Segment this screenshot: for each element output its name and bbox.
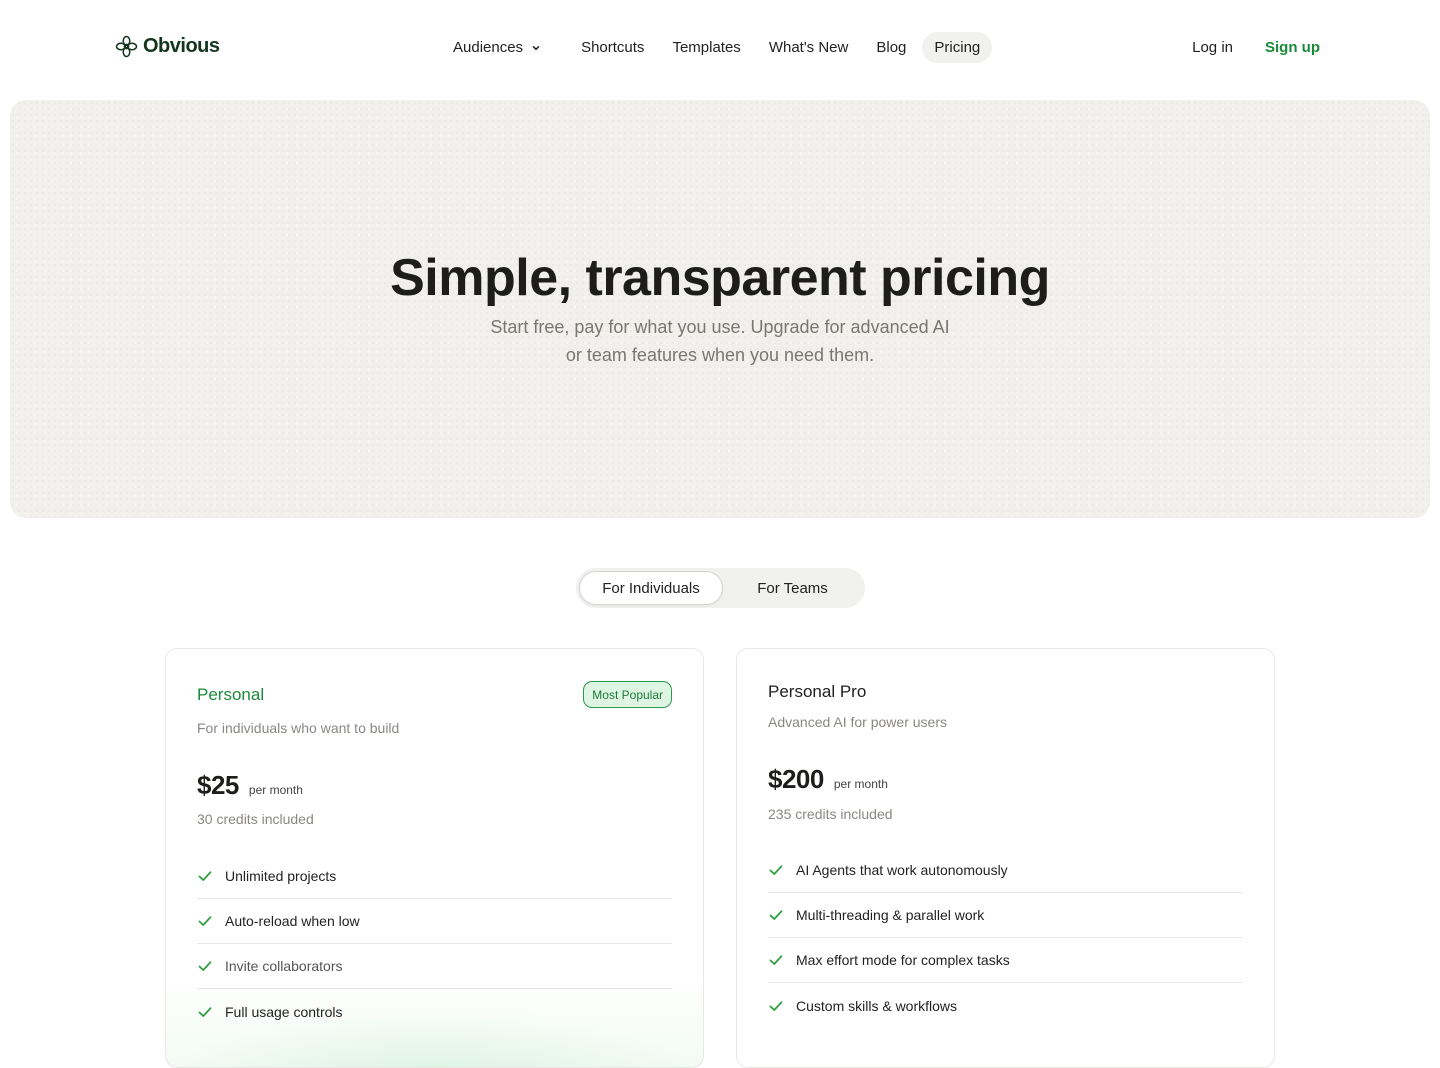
signup-link[interactable]: Sign up [1253,32,1332,63]
primary-nav: Audiences Shortcuts Templates What's New… [441,32,993,63]
feature-list: Unlimited projects Auto-reload when low … [197,854,672,1034]
toggle-for-individuals[interactable]: For Individuals [579,571,723,605]
plan-price: $25 [197,770,239,800]
plan-price: $200 [768,764,824,794]
feature-item: Unlimited projects [197,854,672,899]
feature-item: Max effort mode for complex tasks [768,938,1243,983]
feature-item: Invite collaborators [197,944,672,989]
auth-actions: Log in Sign up [1180,32,1332,63]
nav-templates[interactable]: Templates [660,32,752,63]
nav-whats-new[interactable]: What's New [757,32,861,63]
check-icon [769,910,783,920]
nav-pricing-label: Pricing [934,39,981,56]
nav-blog-label: Blog [876,39,907,56]
nav-audiences-label: Audiences [453,39,524,56]
plan-name: Personal [197,685,265,704]
plan-period: per month [833,777,888,791]
plan-description: Advanced AI for power users [768,714,947,730]
feature-label: Multi-threading & parallel work [796,907,985,923]
feature-list: AI Agents that work autonomously Multi-t… [768,848,1243,1028]
check-icon [769,865,783,875]
check-icon [198,961,212,971]
page-subtitle: Start free, pay for what you use. Upgrad… [490,317,950,365]
feature-label: Invite collaborators [225,958,343,974]
feature-label: Full usage controls [225,1003,343,1020]
plan-card-personal: Personal Most Popular For individuals wh… [165,648,704,1068]
brand-name: Obvious [143,35,220,57]
top-navbar: Obvious Audiences Shortcuts Templates Wh… [0,0,1440,94]
feature-item: Multi-threading & parallel work [768,893,1243,938]
feature-item: Custom skills & workflows [768,983,1243,1028]
price-row: $25 per month [197,770,303,801]
nav-audiences[interactable]: Audiences [441,32,561,63]
login-link[interactable]: Log in [1180,32,1245,63]
check-icon [769,955,783,965]
feature-item: Auto-reload when low [197,899,672,944]
toggle-for-teams[interactable]: For Teams [723,571,862,605]
price-row: $200 per month [768,764,888,795]
feature-label: AI Agents that work autonomously [796,862,1008,878]
plan-description: For individuals who want to build [197,720,400,736]
check-icon [198,916,212,926]
hero-section: Simple, transparent pricing Start free, … [10,100,1430,518]
feature-item: AI Agents that work autonomously [768,848,1243,893]
feature-label: Custom skills & workflows [796,997,958,1014]
nav-shortcuts-label: Shortcuts [581,39,645,56]
plan-credits: 30 credits included [197,811,314,827]
plan-card-personal-pro: Personal Pro Advanced AI for power users… [736,648,1275,1068]
check-icon [769,1000,783,1011]
check-icon [198,871,212,881]
feature-label: Unlimited projects [225,868,337,884]
nav-shortcuts[interactable]: Shortcuts [569,32,656,63]
feature-item: Full usage controls [197,989,672,1034]
nav-pricing[interactable]: Pricing [922,32,993,63]
plan-credits: 235 credits included [768,806,893,822]
feature-label: Max effort mode for complex tasks [796,952,1010,968]
most-popular-badge: Most Popular [583,681,672,708]
audience-toggle: For Individuals For Teams [576,568,865,608]
nav-whats-new-label: What's New [768,39,849,56]
check-icon [198,1006,212,1017]
nav-blog[interactable]: Blog [864,32,918,63]
plan-period: per month [248,783,303,797]
chevron-down-icon [532,45,540,50]
obvious-flower-logo-icon [115,35,138,58]
plan-name: Personal Pro [768,682,867,701]
page-title: Simple, transparent pricing [390,249,1050,307]
feature-label: Auto-reload when low [225,913,360,929]
nav-templates-label: Templates [672,39,741,56]
brand-logo-link[interactable]: Obvious [115,35,220,58]
